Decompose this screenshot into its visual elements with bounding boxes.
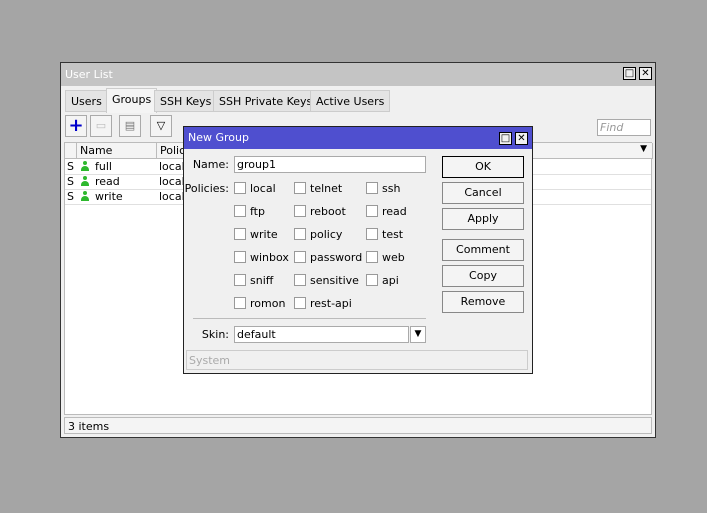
find-input[interactable]: Find bbox=[597, 119, 651, 136]
tab-active-users[interactable]: Active Users bbox=[310, 90, 391, 112]
checkbox-label: reboot bbox=[310, 205, 346, 218]
tab-ssh-keys[interactable]: SSH Keys bbox=[154, 90, 218, 112]
checkbox-label: telnet bbox=[310, 182, 343, 195]
name-label: Name: bbox=[192, 158, 229, 171]
checkbox-label: test bbox=[382, 228, 404, 241]
checkbox-ftp[interactable] bbox=[234, 205, 246, 217]
checkbox-romon[interactable] bbox=[234, 297, 246, 309]
checkbox-label: read bbox=[382, 205, 407, 218]
checkbox-read[interactable] bbox=[366, 205, 378, 217]
checkbox-sniff[interactable] bbox=[234, 274, 246, 286]
ok-button[interactable]: OK bbox=[442, 156, 524, 178]
checkbox-test[interactable] bbox=[366, 228, 378, 240]
separator bbox=[193, 318, 426, 319]
tab-users[interactable]: Users bbox=[65, 90, 108, 112]
new-group-dialog: New Group □ ✕ Name: group1 Policies: loc… bbox=[183, 126, 533, 374]
close-button[interactable]: ✕ bbox=[639, 67, 652, 80]
checkbox-rest-api[interactable] bbox=[294, 297, 306, 309]
remove-icon[interactable]: ▭ bbox=[90, 115, 112, 137]
checkbox-write[interactable] bbox=[234, 228, 246, 240]
checkbox-label: winbox bbox=[250, 251, 289, 264]
skin-label: Skin: bbox=[201, 328, 229, 341]
checkbox-label: web bbox=[382, 251, 405, 264]
maximize-button[interactable]: □ bbox=[623, 67, 636, 80]
checkbox-label: local bbox=[250, 182, 276, 195]
checkbox-reboot[interactable] bbox=[294, 205, 306, 217]
checkbox-local[interactable] bbox=[234, 182, 246, 194]
checkbox-label: ftp bbox=[250, 205, 265, 218]
cancel-button[interactable]: Cancel bbox=[442, 182, 524, 204]
checkbox-label: romon bbox=[250, 297, 286, 310]
dropdown-icon[interactable]: ▼ bbox=[410, 326, 426, 343]
checkbox-winbox[interactable] bbox=[234, 251, 246, 263]
checkbox-label: password bbox=[310, 251, 363, 264]
dialog-status: System bbox=[186, 350, 528, 370]
checkbox-label: sensitive bbox=[310, 274, 359, 287]
copy-button[interactable]: Copy bbox=[442, 265, 524, 287]
checkbox-telnet[interactable] bbox=[294, 182, 306, 194]
checkbox-label: ssh bbox=[382, 182, 401, 195]
checkbox-sensitive[interactable] bbox=[294, 274, 306, 286]
checkbox-label: api bbox=[382, 274, 399, 287]
user-icon bbox=[81, 159, 89, 174]
dialog-title: New Group bbox=[184, 127, 532, 149]
skin-select[interactable]: default bbox=[234, 326, 409, 343]
close-button[interactable]: ✕ bbox=[515, 132, 528, 145]
checkbox-label: rest-api bbox=[310, 297, 352, 310]
tab-ssh-private-keys[interactable]: SSH Private Keys bbox=[213, 90, 319, 112]
status-bar: 3 items bbox=[64, 417, 652, 434]
user-icon bbox=[81, 189, 89, 204]
user-icon bbox=[81, 174, 89, 189]
checkbox-web[interactable] bbox=[366, 251, 378, 263]
policies-label: Policies: bbox=[184, 182, 229, 195]
checkbox-api[interactable] bbox=[366, 274, 378, 286]
filter-icon[interactable]: ▽ bbox=[150, 115, 172, 137]
remove-button[interactable]: Remove bbox=[442, 291, 524, 313]
apply-button[interactable]: Apply bbox=[442, 208, 524, 230]
name-input[interactable]: group1 bbox=[234, 156, 426, 173]
columns-dropdown-icon[interactable]: ▼ bbox=[640, 144, 647, 154]
comment-button[interactable]: Comment bbox=[442, 239, 524, 261]
checkbox-label: write bbox=[250, 228, 278, 241]
maximize-button[interactable]: □ bbox=[499, 132, 512, 145]
add-icon[interactable]: + bbox=[65, 115, 87, 137]
checkbox-label: sniff bbox=[250, 274, 274, 287]
checkbox-ssh[interactable] bbox=[366, 182, 378, 194]
column-name[interactable]: Name bbox=[77, 143, 157, 159]
checkbox-policy[interactable] bbox=[294, 228, 306, 240]
window-title: User List bbox=[61, 63, 655, 86]
checkbox-label: policy bbox=[310, 228, 343, 241]
checkbox-password[interactable] bbox=[294, 251, 306, 263]
tab-groups[interactable]: Groups bbox=[106, 88, 158, 113]
flag-header bbox=[65, 143, 77, 159]
comment-icon[interactable]: ▤ bbox=[119, 115, 141, 137]
